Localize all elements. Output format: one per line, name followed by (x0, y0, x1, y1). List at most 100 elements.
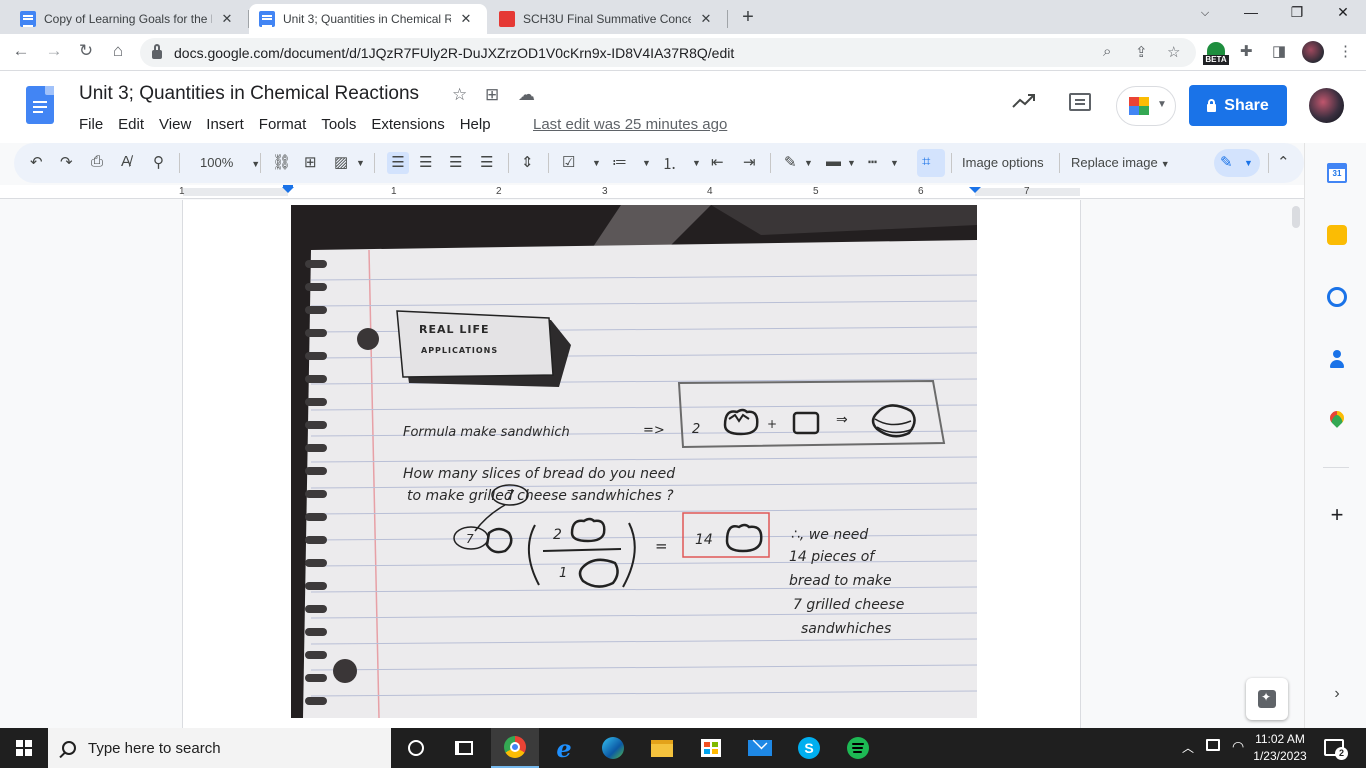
back-icon[interactable]: ← (10, 41, 32, 61)
task-view-icon[interactable] (440, 728, 488, 768)
chevron-down-icon[interactable]: ▼ (592, 158, 601, 168)
chevron-down-icon[interactable]: ▼ (847, 158, 856, 168)
paint-format-icon[interactable]: ⚲ (153, 153, 164, 171)
side-panel-icon[interactable]: ◨ (1272, 42, 1286, 60)
line-spacing-icon[interactable]: ⇕ (521, 153, 534, 171)
left-indent-marker[interactable] (282, 187, 294, 193)
menu-help[interactable]: Help (460, 116, 491, 133)
activity-trend-icon[interactable] (1012, 93, 1036, 109)
wifi-icon[interactable]: ◠ (1232, 738, 1244, 768)
browser-menu-icon[interactable]: ⋮ (1338, 42, 1353, 60)
get-add-ons-plus-icon[interactable]: + (1327, 504, 1347, 526)
account-avatar[interactable] (1309, 88, 1344, 123)
chrome-taskbar-icon[interactable] (491, 728, 539, 768)
numbered-list-icon[interactable]: ⒈ (662, 153, 677, 174)
redo-icon[interactable]: ↷ (60, 153, 73, 171)
print-icon[interactable]: ⎙ (91, 153, 103, 170)
document-title[interactable]: Unit 3; Quantities in Chemical Reactions (79, 83, 419, 105)
tab-sch3u-summative[interactable]: SCH3U Final Summative Concept ✕ (489, 4, 725, 34)
microsoft-store-icon[interactable] (687, 728, 735, 768)
increase-indent-icon[interactable]: ⇥ (743, 153, 756, 171)
menu-extensions[interactable]: Extensions (371, 116, 444, 133)
star-icon[interactable]: ☆ (452, 85, 467, 105)
cortana-icon[interactable] (392, 728, 440, 768)
tab-learning-goals[interactable]: Copy of Learning Goals for the D ✕ (10, 4, 246, 34)
maps-icon[interactable] (1327, 408, 1347, 431)
menu-insert[interactable]: Insert (206, 116, 244, 133)
share-button[interactable]: Share (1189, 85, 1287, 126)
tasks-icon[interactable] (1327, 287, 1347, 307)
crop-image-icon[interactable]: ⌗ (922, 153, 930, 170)
calendar-icon[interactable]: 31 (1327, 163, 1347, 183)
decrease-indent-icon[interactable]: ⇤ (711, 153, 724, 171)
share-page-icon[interactable]: ⇪ (1135, 43, 1148, 61)
menu-view[interactable]: View (159, 116, 191, 133)
spotify-icon[interactable] (834, 728, 882, 768)
zoom-select[interactable]: 100% ▼ (200, 155, 260, 170)
move-to-folder-icon[interactable]: ⊞ (485, 85, 499, 105)
undo-icon[interactable]: ↶ (30, 153, 43, 171)
justify-icon[interactable]: ☰ (480, 153, 493, 171)
border-dash-icon[interactable]: ┅ (868, 153, 877, 171)
bulleted-list-icon[interactable]: ≔ (612, 153, 627, 171)
reload-icon[interactable]: ↻ (75, 41, 97, 61)
menu-edit[interactable]: Edit (118, 116, 144, 133)
taskbar-search[interactable]: Type here to search (48, 728, 391, 768)
minimize-icon[interactable]: — (1239, 4, 1263, 20)
spellcheck-icon[interactable]: A̸ (121, 153, 131, 170)
replace-image-button[interactable]: Replace image ▼ (1071, 155, 1170, 170)
forward-icon[interactable]: → (43, 41, 65, 61)
close-tab-icon[interactable]: ✕ (220, 11, 234, 27)
right-indent-marker[interactable] (969, 187, 981, 193)
extension-beta-icon[interactable]: BETA (1203, 42, 1229, 66)
menu-file[interactable]: File (79, 116, 103, 133)
last-edit-link[interactable]: Last edit was 25 minutes ago (533, 116, 727, 133)
file-explorer-icon[interactable] (638, 728, 686, 768)
address-bar[interactable]: docs.google.com/document/d/1JQzR7FUly2R-… (140, 38, 1196, 67)
explore-button[interactable] (1246, 678, 1288, 720)
cloud-saved-icon[interactable]: ☁ (518, 85, 535, 105)
windows-start-icon[interactable] (16, 740, 32, 756)
chevron-down-icon[interactable]: ▼ (356, 158, 365, 168)
add-comment-icon[interactable]: ⊞ (304, 153, 317, 171)
docs-home-icon[interactable] (26, 86, 54, 124)
close-window-icon[interactable]: ✕ (1331, 4, 1355, 21)
align-left-icon[interactable]: ☰ (387, 152, 409, 174)
edge-icon[interactable] (589, 728, 637, 768)
zoom-lens-icon[interactable]: ⌕ (1103, 43, 1111, 60)
contacts-icon[interactable] (1327, 349, 1347, 369)
menu-tools[interactable]: Tools (321, 116, 356, 133)
chevron-down-icon[interactable]: ▼ (804, 158, 813, 168)
insert-image-icon[interactable]: ▨ (334, 153, 348, 171)
keep-icon[interactable] (1327, 225, 1347, 245)
image-options-button[interactable]: Image options (962, 155, 1044, 170)
tab-unit-3[interactable]: Unit 3; Quantities in Chemical Re ✕ (249, 4, 487, 34)
vertical-scrollbar[interactable] (1292, 206, 1300, 228)
hide-menus-chevron-up-icon[interactable]: ⌃ (1277, 153, 1290, 171)
border-weight-icon[interactable]: ▬ (826, 153, 841, 170)
tray-chevron-up-icon[interactable]: ︿ (1182, 739, 1194, 768)
notebook-photo[interactable]: REAL LIFE APPLICATIONS Formula make sand… (291, 205, 977, 718)
close-tab-icon[interactable]: ✕ (459, 11, 473, 27)
meet-button[interactable]: ▼ (1116, 86, 1176, 126)
browser-profile-avatar[interactable] (1302, 41, 1324, 63)
tray-device-icon[interactable] (1206, 739, 1220, 768)
chevron-down-icon[interactable]: ▼ (642, 158, 651, 168)
internet-explorer-icon[interactable]: e (540, 728, 588, 768)
notification-center-icon[interactable]: 2 (1324, 739, 1348, 760)
close-tab-icon[interactable]: ✕ (699, 11, 713, 27)
chevron-down-icon[interactable]: ▼ (692, 158, 701, 168)
taskbar-clock[interactable]: 11:02 AM 1/23/2023 (1248, 731, 1312, 765)
restore-icon[interactable]: ❐ (1285, 4, 1309, 21)
checklist-icon[interactable]: ☑ (562, 153, 575, 171)
insert-link-icon[interactable]: ⛓ (272, 153, 291, 171)
menu-format[interactable]: Format (259, 116, 307, 133)
align-right-icon[interactable]: ☰ (449, 153, 462, 171)
border-color-icon[interactable]: ✎ (784, 153, 797, 171)
align-center-icon[interactable]: ☰ (419, 153, 432, 171)
mail-icon[interactable] (736, 728, 784, 768)
home-icon[interactable]: ⌂ (107, 41, 129, 61)
extensions-puzzle-icon[interactable]: ✚ (1240, 42, 1253, 60)
chevron-down-icon[interactable]: ▼ (890, 158, 899, 168)
new-tab-icon[interactable]: + (738, 6, 758, 29)
